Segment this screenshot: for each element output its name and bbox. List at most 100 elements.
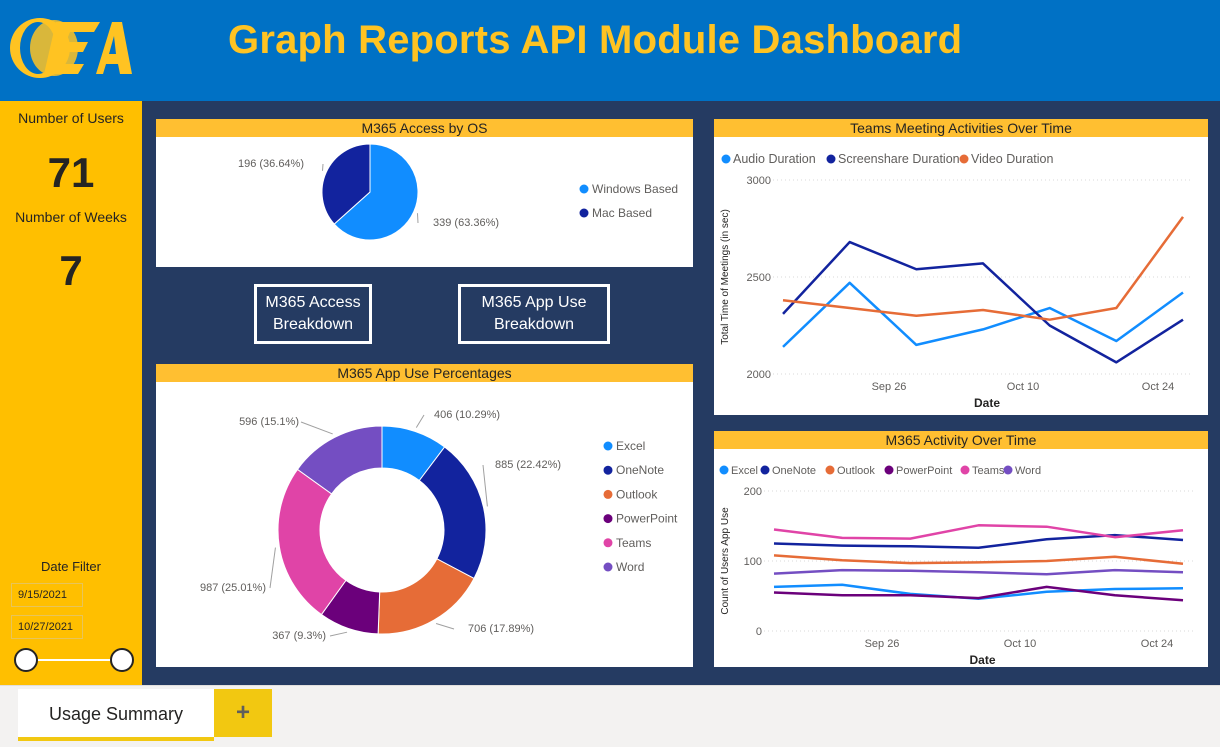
legend-label[interactable]: Mac Based: [592, 206, 652, 220]
legend-label[interactable]: Excel: [616, 439, 645, 453]
weeks-label: Number of Weeks: [15, 209, 127, 225]
y-axis-label: Count of Users App Use: [720, 507, 731, 615]
legend-marker: [603, 562, 613, 572]
legend-label[interactable]: Windows Based: [592, 182, 678, 196]
legend-label[interactable]: Teams: [616, 536, 651, 550]
activity-chart-panel: M365 Activity Over Time Excel OneNote Outl…: [714, 431, 1208, 667]
slice-data-label: 596 (15.1%): [239, 416, 299, 428]
activity-chart-title: M365 Activity Over Time: [714, 431, 1208, 449]
legend-marker: [884, 465, 894, 475]
date-slider-start-handle[interactable]: [14, 648, 38, 672]
y-tick-label: 200: [744, 486, 762, 498]
slice-data-label: 339 (63.36%): [433, 217, 499, 229]
header-bar: Graph Reports API Module Dashboard: [0, 0, 1220, 101]
y-tick-label: 2000: [747, 369, 771, 381]
slice-data-label: 367 (9.3%): [272, 630, 326, 642]
teams-chart-title: Teams Meeting Activities Over Time: [714, 119, 1208, 137]
activity-line-chart[interactable]: Excel OneNote Outlook PowerPoint Teams Word 0 1…: [714, 449, 1208, 667]
teams-line-chart[interactable]: Audio Duration Screenshare Duration Video …: [714, 137, 1208, 415]
x-tick-label: Sep 26: [872, 381, 907, 393]
os-chart-panel: M365 Access by OS 339 (63.36%) 196 (36.64…: [156, 119, 693, 267]
weeks-value: 7: [59, 247, 83, 294]
access-breakdown-line2: Breakdown: [272, 316, 354, 333]
legend-marker: [603, 441, 613, 451]
legend-marker: [603, 465, 613, 475]
date-start-input[interactable]: 9/15/2021: [11, 583, 83, 607]
legend-marker: [1003, 465, 1013, 475]
legend-label[interactable]: Teams: [972, 465, 1005, 477]
legend-marker: [719, 465, 729, 475]
date-end-input[interactable]: 10/27/2021: [11, 615, 83, 639]
legend-label[interactable]: OneNote: [772, 465, 816, 477]
legend-marker: [825, 465, 835, 475]
legend-label[interactable]: PowerPoint: [896, 465, 952, 477]
sidebar: Number of Users 71 Number of Weeks 7 Dat…: [0, 101, 142, 685]
tab-usage-summary[interactable]: Usage Summary: [18, 689, 214, 741]
date-filter-label: Date Filter: [41, 559, 101, 574]
legend-marker: [603, 538, 613, 548]
app-use-chart-panel: M365 App Use Percentages 406 (10.29%) 885…: [156, 364, 693, 667]
legend-marker: [579, 184, 589, 194]
legend-label[interactable]: Audio Duration: [733, 152, 816, 166]
legend-label[interactable]: Screenshare Duration: [838, 152, 960, 166]
series-line-video-duration[interactable]: [782, 216, 1185, 321]
legend-label[interactable]: Word: [616, 560, 644, 574]
series-line-audio-duration[interactable]: [782, 281, 1184, 348]
x-axis-label: Date: [969, 653, 995, 667]
x-tick-label: Oct 10: [1004, 638, 1036, 650]
teams-chart-panel: Teams Meeting Activities Over Time Audio…: [714, 119, 1208, 415]
access-breakdown-line1: M365 Access: [265, 294, 361, 311]
y-tick-label: 2500: [747, 272, 771, 284]
legend-label[interactable]: Video Duration: [971, 152, 1054, 166]
legend-marker: [603, 514, 613, 524]
page-tab-bar: Usage Summary +: [0, 685, 1220, 747]
report-canvas: M365 Access by OS 339 (63.36%) 196 (36.64…: [142, 101, 1220, 685]
legend-label[interactable]: Word: [1015, 465, 1041, 477]
slice-data-label: 196 (36.64%): [238, 158, 304, 170]
page-title: Graph Reports API Module Dashboard: [228, 18, 963, 62]
add-page-button[interactable]: +: [214, 689, 272, 737]
y-tick-label: 100: [744, 556, 762, 568]
legend-marker: [579, 208, 589, 218]
slice-onenote[interactable]: [418, 446, 487, 580]
series-line-word[interactable]: [773, 568, 1184, 576]
legend-label[interactable]: Excel: [731, 465, 758, 477]
x-tick-label: Oct 24: [1141, 638, 1173, 650]
date-slider-track[interactable]: [26, 659, 122, 661]
series-line-screenshare-duration[interactable]: [782, 240, 1184, 364]
users-value: 71: [47, 149, 95, 196]
access-breakdown-button[interactable]: M365 Access Breakdown: [254, 284, 372, 344]
app-use-donut-chart[interactable]: 406 (10.29%) 885 (22.42%) 706 (17.89%) 367 …: [156, 382, 693, 667]
slice-leader-line: [329, 631, 348, 637]
legend-marker: [760, 465, 770, 475]
app-use-breakdown-button[interactable]: M365 App Use Breakdown: [458, 284, 610, 344]
series-line-outlook[interactable]: [773, 554, 1184, 566]
x-tick-label: Oct 10: [1007, 381, 1039, 393]
slice-leader-line: [482, 464, 488, 507]
y-tick-label: 0: [756, 626, 762, 638]
legend-marker: [603, 489, 613, 499]
legend-marker: [721, 154, 731, 164]
os-pie-chart[interactable]: 339 (63.36%) 196 (36.64%) Windows Based Mac…: [156, 137, 693, 267]
series-line-teams[interactable]: [773, 524, 1184, 540]
y-axis-label: Total Time of Meetings (in sec): [720, 209, 731, 345]
slice-leader-line: [300, 421, 333, 435]
oea-logo: [10, 18, 132, 78]
legend-marker: [826, 154, 836, 164]
users-label: Number of Users: [18, 110, 124, 126]
app-use-breakdown-line2: Breakdown: [493, 316, 575, 333]
date-slider-end-handle[interactable]: [110, 648, 134, 672]
app-use-breakdown-line1: M365 App Use: [481, 294, 587, 311]
legend-label[interactable]: Outlook: [616, 487, 658, 501]
slice-leader-line: [416, 213, 419, 224]
x-tick-label: Oct 24: [1142, 381, 1174, 393]
legend-label[interactable]: OneNote: [616, 463, 664, 477]
slice-leader-line: [435, 623, 455, 630]
x-tick-label: Sep 26: [865, 638, 900, 650]
slice-teams[interactable]: [277, 468, 347, 616]
legend-marker: [960, 465, 970, 475]
legend-label[interactable]: Outlook: [837, 465, 875, 477]
slice-data-label: 885 (22.42%): [495, 459, 561, 471]
slice-data-label: 706 (17.89%): [468, 623, 534, 635]
legend-label[interactable]: PowerPoint: [616, 512, 678, 526]
